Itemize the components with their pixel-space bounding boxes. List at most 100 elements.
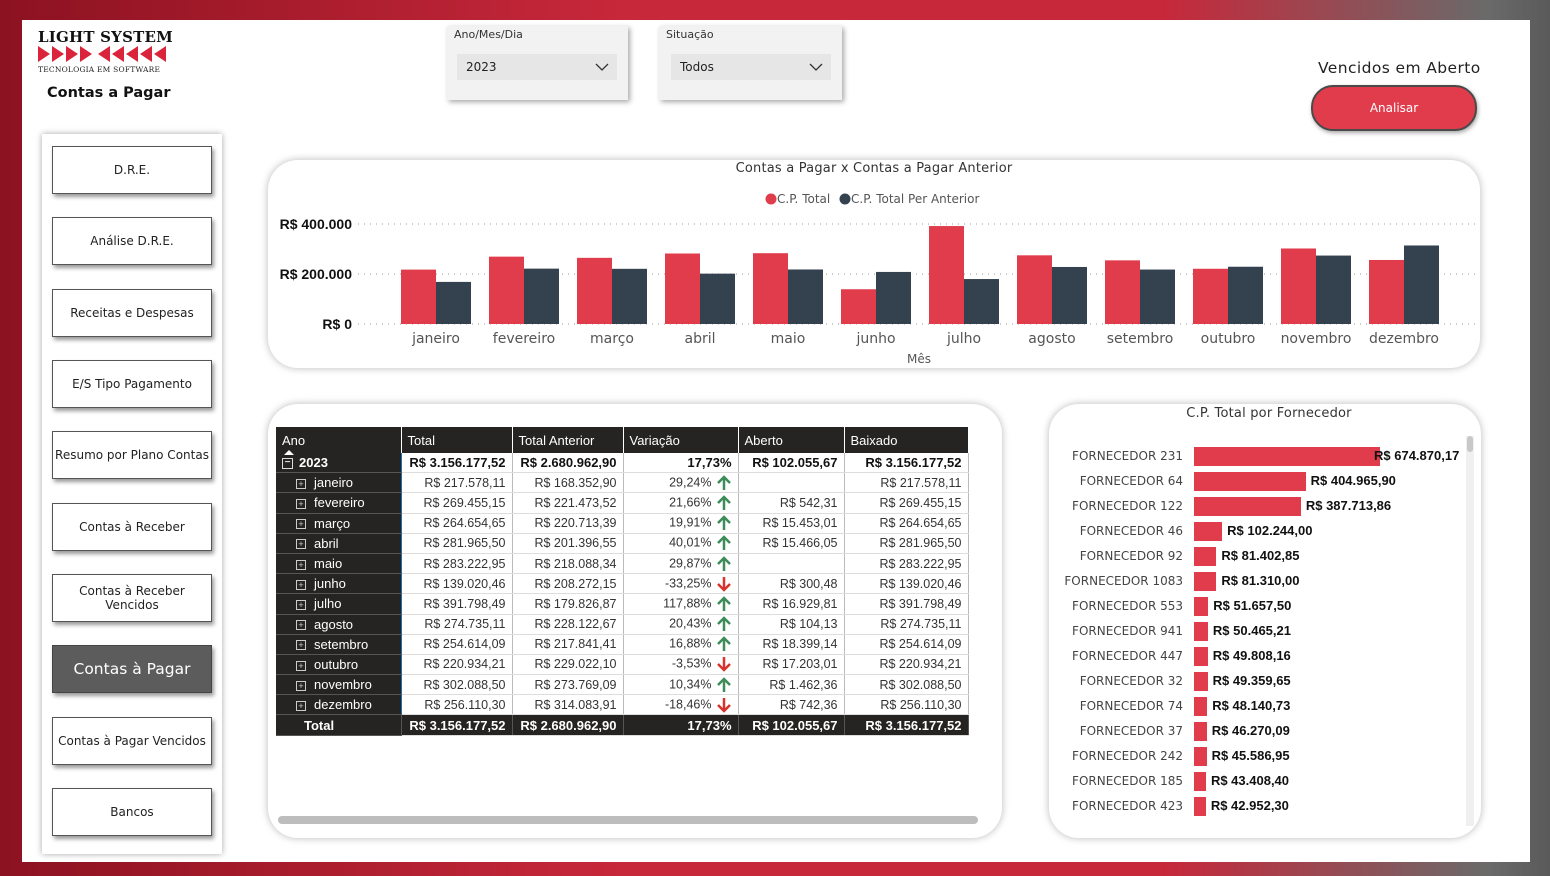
nav-button-6[interactable]: Contas à Receber Vencidos — [52, 574, 212, 622]
expand-icon[interactable]: + — [296, 539, 306, 550]
x-tick-label: abril — [684, 331, 715, 347]
nav-button-8[interactable]: Contas à Pagar Vencidos — [52, 717, 212, 765]
situacao-dropdown[interactable]: Todos — [671, 54, 831, 80]
column-header[interactable]: Baixado — [844, 427, 969, 453]
bar-cp-total[interactable] — [929, 226, 964, 324]
analisar-button[interactable]: Analisar — [1311, 85, 1477, 131]
row-label-cell[interactable]: + novembro — [276, 674, 402, 696]
row-label-cell[interactable]: −2023 — [276, 453, 402, 474]
bar-cp-anterior[interactable] — [1316, 255, 1351, 324]
bar-cp-anterior[interactable] — [1140, 269, 1175, 324]
row-label-cell[interactable]: + julho — [276, 593, 402, 615]
expand-icon[interactable]: + — [296, 559, 306, 570]
row-label-cell[interactable]: + setembro — [276, 634, 402, 655]
supplier-bar[interactable] — [1194, 597, 1209, 616]
cell-value: R$ 274.735,11 — [880, 617, 962, 632]
bar-cp-total[interactable] — [753, 253, 788, 324]
expand-icon[interactable]: + — [296, 519, 306, 530]
supplier-bar[interactable] — [1194, 522, 1223, 541]
matrix-horizontal-scrollbar[interactable] — [278, 816, 978, 824]
expand-icon[interactable]: + — [296, 660, 306, 671]
supplier-chart-scrollbar[interactable] — [1466, 436, 1474, 826]
collapse-icon[interactable]: − — [282, 458, 293, 470]
nav-button-2[interactable]: Receitas e Despesas — [52, 289, 212, 337]
supplier-bar[interactable] — [1194, 572, 1217, 591]
bar-cp-anterior[interactable] — [1052, 266, 1087, 324]
bar-cp-anterior[interactable] — [524, 268, 559, 324]
row-label-cell[interactable]: + agosto — [276, 614, 402, 635]
column-header[interactable]: Ano — [276, 427, 402, 455]
expand-icon[interactable]: + — [296, 579, 306, 590]
column-header[interactable]: Total Anterior — [512, 427, 624, 453]
bar-cp-total[interactable] — [665, 253, 700, 324]
bar-cp-total[interactable] — [1369, 259, 1404, 324]
date-dropdown[interactable]: 2023 — [457, 54, 617, 80]
expand-icon[interactable]: + — [296, 478, 306, 489]
supplier-value-label: R$ 387.713,86 — [1305, 498, 1392, 513]
supplier-bar[interactable] — [1194, 772, 1206, 791]
nav-button-9[interactable]: Bancos — [52, 788, 212, 836]
nav-button-5[interactable]: Contas à Receber — [52, 503, 212, 551]
row-label-cell[interactable]: + dezembro — [276, 694, 402, 716]
row-label-cell[interactable]: + outubro — [276, 654, 402, 676]
arrow-up-icon — [716, 596, 731, 611]
bar-cp-anterior[interactable] — [612, 268, 647, 324]
bar-cp-total[interactable] — [489, 256, 524, 324]
scrollbar-thumb[interactable] — [1467, 436, 1473, 452]
supplier-bar[interactable] — [1194, 547, 1217, 566]
cell-aberto: R$ 18.399,14 — [738, 634, 845, 655]
cell-value: R$ 221.473,52 — [534, 495, 617, 510]
nav-button-4[interactable]: Resumo por Plano Contas — [52, 431, 212, 479]
bar-cp-anterior[interactable] — [964, 279, 999, 324]
column-header[interactable]: Variação — [623, 427, 739, 453]
bar-cp-anterior[interactable] — [436, 281, 471, 324]
row-label-cell[interactable]: + junho — [276, 573, 402, 595]
bar-cp-anterior[interactable] — [876, 271, 911, 324]
cell-anterior: R$ 228.122,67 — [512, 614, 624, 635]
expand-icon[interactable]: + — [296, 680, 306, 691]
bar-cp-total[interactable] — [1017, 255, 1052, 324]
row-label-cell[interactable]: Total — [276, 714, 402, 736]
cell-aberto: R$ 104,13 — [738, 614, 845, 635]
bar-cp-total[interactable] — [841, 289, 876, 324]
supplier-bar[interactable] — [1194, 747, 1207, 766]
bar-cp-total[interactable] — [1193, 268, 1228, 324]
supplier-bar[interactable] — [1194, 622, 1208, 641]
bar-cp-total[interactable] — [577, 257, 612, 324]
supplier-bar[interactable] — [1194, 647, 1208, 666]
cell-total: R$ 269.455,15 — [401, 492, 513, 514]
row-label-cell[interactable]: + abril — [276, 533, 402, 554]
cell-value: R$ 220.934,21 — [879, 657, 962, 672]
bar-cp-total[interactable] — [1281, 248, 1316, 324]
nav-button-1[interactable]: Análise D.R.E. — [52, 217, 212, 265]
supplier-bar[interactable] — [1194, 797, 1206, 816]
supplier-bar[interactable] — [1194, 697, 1208, 716]
bar-cp-total[interactable] — [1105, 260, 1140, 324]
bar-cp-anterior[interactable] — [1228, 266, 1263, 324]
column-header[interactable]: Aberto — [738, 427, 845, 453]
cell-anterior: R$ 2.680.962,90 — [512, 714, 624, 736]
expand-icon[interactable]: + — [296, 599, 306, 610]
row-label-cell[interactable]: + março — [276, 513, 402, 534]
expand-icon[interactable]: + — [296, 499, 306, 510]
row-label-cell[interactable]: + maio — [276, 553, 402, 575]
bar-cp-anterior[interactable] — [700, 273, 735, 324]
expand-icon[interactable]: + — [296, 640, 306, 651]
row-label-cell[interactable]: + janeiro — [276, 472, 402, 494]
row-label-cell[interactable]: + fevereiro — [276, 492, 402, 514]
nav-button-7[interactable]: Contas à Pagar — [52, 645, 212, 693]
nav-button-0[interactable]: D.R.E. — [52, 146, 212, 194]
supplier-bar[interactable] — [1194, 447, 1380, 466]
supplier-label: FORNECEDOR 553 — [1072, 599, 1183, 613]
column-header[interactable]: Total — [401, 427, 513, 453]
bar-cp-total[interactable] — [401, 269, 436, 324]
nav-button-3[interactable]: E/S Tipo Pagamento — [52, 360, 212, 408]
bar-cp-anterior[interactable] — [788, 269, 823, 324]
expand-icon[interactable]: + — [296, 700, 306, 711]
expand-icon[interactable]: + — [296, 620, 306, 631]
bar-cp-anterior[interactable] — [1404, 245, 1439, 324]
supplier-bar[interactable] — [1194, 672, 1208, 691]
supplier-bar[interactable] — [1194, 497, 1301, 516]
supplier-bar[interactable] — [1194, 722, 1207, 741]
supplier-bar[interactable] — [1194, 472, 1306, 491]
